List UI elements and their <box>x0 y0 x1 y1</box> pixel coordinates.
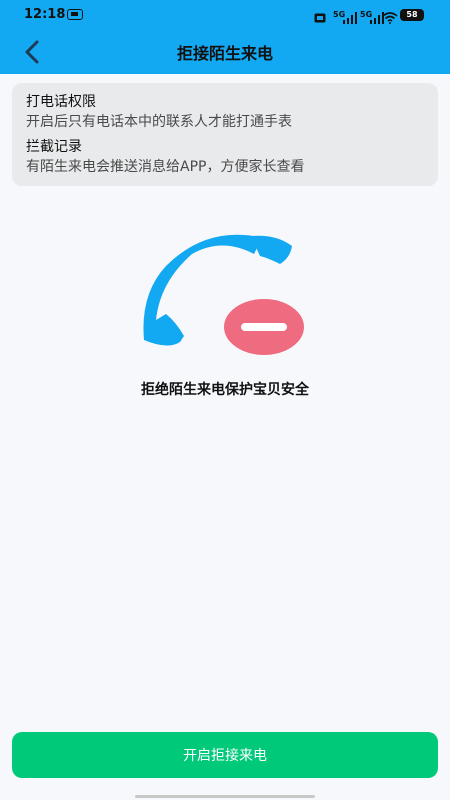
minus-circle-icon <box>224 299 304 355</box>
intercept-log-title: 拦截记录 <box>26 139 82 155</box>
enable-reject-calls-button[interactable]: 开启拒接来电 <box>12 732 438 778</box>
back-button[interactable] <box>20 36 48 68</box>
hd-icon <box>314 9 326 23</box>
status-bar: 12:18 5G 5G 58 <box>0 0 450 30</box>
status-time: 12:18 <box>24 7 66 22</box>
nav-bar: 拒接陌生来电 <box>0 30 450 74</box>
page-title: 拒接陌生来电 <box>176 44 273 63</box>
permission-title: 打电话权限 <box>26 94 96 110</box>
back-arrow-icon <box>25 40 39 64</box>
hero-illustration <box>143 234 304 355</box>
intercept-log-description: 有陌生来电会推送消息给APP，方便家长查看 <box>26 159 305 175</box>
notification-icon <box>67 9 83 20</box>
permission-description: 开启后只有电话本中的联系人才能打通手表 <box>26 114 292 130</box>
info-card: 打电话权限 开启后只有电话本中的联系人才能打通手表 拦截记录 有陌生来电会推送消… <box>12 83 438 186</box>
wifi-icon <box>382 9 398 24</box>
battery-indicator: 58 <box>400 9 424 21</box>
hero-caption: 拒绝陌生来电保护宝贝安全 <box>141 382 309 398</box>
signal-bars-icon <box>343 9 357 24</box>
app-header: 12:18 5G 5G 58 拒接陌生来电 <box>0 0 450 74</box>
home-indicator[interactable] <box>135 795 315 798</box>
